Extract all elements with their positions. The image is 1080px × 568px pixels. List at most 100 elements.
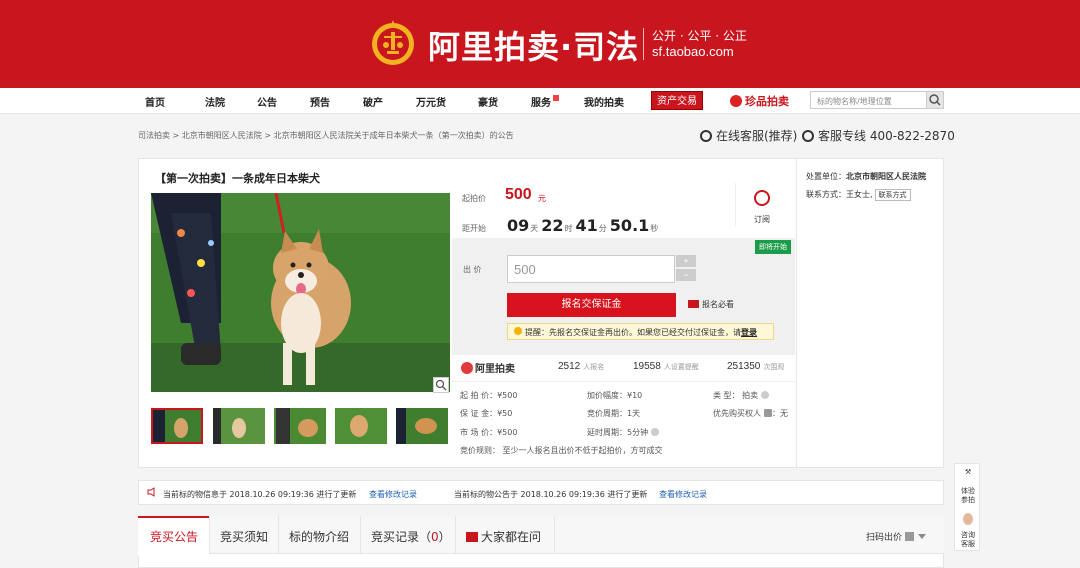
phone-icon	[802, 130, 814, 142]
info-start-price: 起 拍 价：¥500	[460, 391, 518, 400]
thumbnail-image	[335, 408, 387, 444]
info-market-price: 市 场 价：¥500	[460, 428, 518, 437]
info-deposit: 保 证 金：¥50	[460, 409, 513, 418]
breadcrumb[interactable]: 司法拍卖 > 北京市朝阳区人民法院 > 北京市朝阳区人民法院关于成年日本柴犬一条…	[138, 130, 514, 141]
register-deposit-button[interactable]: 报名交保证金	[507, 293, 676, 317]
book-icon	[688, 300, 699, 308]
tab-separator	[554, 516, 555, 554]
info-type: 类 型： 拍卖	[713, 390, 770, 401]
thumbnail-image	[274, 408, 326, 444]
gem-label: 珍品拍卖	[745, 95, 789, 108]
ali-auction-logo: 阿里拍卖	[461, 360, 515, 375]
contact-info: 联系方式：王女士, 联系方式	[806, 189, 911, 201]
tab-separator	[360, 516, 361, 554]
gem-auction-link[interactable]: 珍品拍卖	[730, 93, 789, 109]
nav-item-my-auction[interactable]: 我的拍卖	[584, 94, 624, 109]
tab-qa[interactable]: 大家都在问	[466, 528, 541, 545]
nav-item-notice[interactable]: 公告	[257, 94, 277, 109]
login-link[interactable]: 登录	[741, 328, 757, 337]
notice-text-1: 当前标的物信息于 2018.10.26 09:19:36 进行了更新	[163, 490, 357, 499]
view-changes-link-1[interactable]: 查看修改记录	[369, 489, 417, 500]
stat-registrants: 2512 人报名	[558, 361, 605, 372]
dog-photo	[151, 193, 450, 392]
zoom-button[interactable]	[433, 377, 449, 393]
nav-item-service[interactable]: 服务	[531, 94, 551, 109]
scan-to-bid[interactable]: 扫码出价	[866, 530, 927, 543]
court-emblem-icon	[372, 20, 414, 65]
speaker-icon	[147, 487, 155, 497]
try-bid-link[interactable]: 体验 参拍	[955, 487, 981, 505]
tab-bid-instructions[interactable]: 竞买须知	[220, 528, 268, 545]
chevron-down-icon	[918, 534, 927, 539]
divider	[735, 183, 736, 227]
tab-item-intro[interactable]: 标的物介绍	[289, 528, 349, 545]
item-title: 【第一次拍卖】一条成年日本柴犬	[155, 172, 320, 185]
info-period: 竞价周期：1天	[587, 409, 641, 418]
bid-input[interactable]: 500	[507, 255, 675, 283]
thumbnail[interactable]	[396, 408, 448, 444]
decrease-button[interactable]: −	[676, 269, 696, 281]
asset-trade-button[interactable]: 资产交易	[651, 91, 703, 110]
magnifier-icon	[435, 379, 447, 391]
nav-item-preview[interactable]: 预告	[310, 94, 330, 109]
search-icon	[929, 94, 941, 106]
item-photo[interactable]	[151, 193, 450, 392]
consult-service-link[interactable]: 咨询 客服	[955, 531, 981, 549]
help-icon[interactable]	[764, 409, 772, 417]
online-service-link[interactable]: 在线客服(推荐)	[700, 127, 797, 144]
contact-button[interactable]: 联系方式	[874, 189, 911, 201]
hammer-icon: ⚒	[964, 468, 972, 476]
increase-button[interactable]: +	[676, 255, 696, 267]
side-divider	[796, 158, 797, 468]
alarm-clock-icon[interactable]	[754, 190, 770, 206]
avatar	[955, 513, 981, 528]
stat-views: 251350 次围观	[727, 361, 785, 372]
reminder-tip: 提醒：先报名交保证金再出价。如果您已经交付过保证金，请登录	[507, 323, 774, 340]
main-nav: 首页 法院 公告 预告 破产 万元货 豪货 服务 我的拍卖 资产交易 珍品拍卖 …	[0, 88, 1080, 114]
tab-bid-records[interactable]: 竞买记录（0）	[371, 528, 451, 545]
view-changes-link-2[interactable]: 查看修改记录	[659, 489, 707, 500]
thumbnail-image	[396, 408, 448, 444]
gem-logo-icon	[730, 95, 742, 107]
online-service-label: 在线客服(推荐)	[716, 129, 798, 143]
must-read-link[interactable]: 报名必看	[688, 299, 734, 310]
info-bid-rule: 竞价规则： 至少一人报名且出价不低于起拍价，方可成交	[460, 446, 663, 455]
brand-slogan: 公开 · 公平 · 公正	[652, 29, 747, 43]
ali-logo-icon	[461, 362, 473, 374]
thumbnail[interactable]	[274, 408, 326, 444]
nav-item-bankruptcy[interactable]: 破产	[363, 94, 383, 109]
start-price-value: 500	[505, 186, 532, 203]
brand-title[interactable]: 阿里拍卖·司法	[428, 22, 639, 68]
nav-item-luxury[interactable]: 豪货	[478, 94, 498, 109]
thumbnail-image	[213, 408, 265, 444]
notice-text-2: 当前标的物公告于 2018.10.26 09:19:36 进行了更新	[454, 490, 648, 499]
info-delay: 延时周期：5分钟	[587, 427, 660, 438]
thumbnail[interactable]	[213, 408, 265, 444]
nav-item-home[interactable]: 首页	[145, 94, 165, 109]
info-priority: 优先购买权人 ：无	[713, 409, 788, 418]
header-divider	[643, 28, 644, 60]
status-badge: 即将开始	[755, 240, 791, 254]
info-increment: 加价幅度：¥10	[587, 391, 643, 400]
disposal-unit: 处置单位：北京市朝阳区人民法院	[806, 172, 926, 181]
hotline-label: 客服专线 400-822-2870	[818, 129, 955, 143]
tab-auction-notice[interactable]: 竞买公告	[150, 528, 198, 545]
subscribe-button[interactable]: 订阅	[754, 214, 770, 225]
countdown-label: 距开始	[462, 224, 486, 233]
thumbnail[interactable]	[335, 408, 387, 444]
help-icon[interactable]	[761, 391, 770, 399]
nav-item-wanyuan[interactable]: 万元货	[416, 94, 446, 109]
chat-icon	[466, 532, 478, 542]
price-unit: 元	[538, 194, 546, 203]
tab-separator	[278, 516, 279, 554]
tab-separator	[455, 516, 456, 554]
divider	[452, 381, 795, 382]
search-button[interactable]	[926, 91, 944, 109]
help-icon[interactable]	[651, 428, 660, 436]
nav-item-court[interactable]: 法院	[205, 94, 225, 109]
search-input[interactable]: 标的物名称/地理位置	[810, 91, 928, 109]
thumbnail-image	[153, 410, 201, 442]
thumbnail[interactable]	[151, 408, 203, 444]
headset-icon	[700, 130, 712, 142]
bulb-icon	[514, 327, 522, 335]
